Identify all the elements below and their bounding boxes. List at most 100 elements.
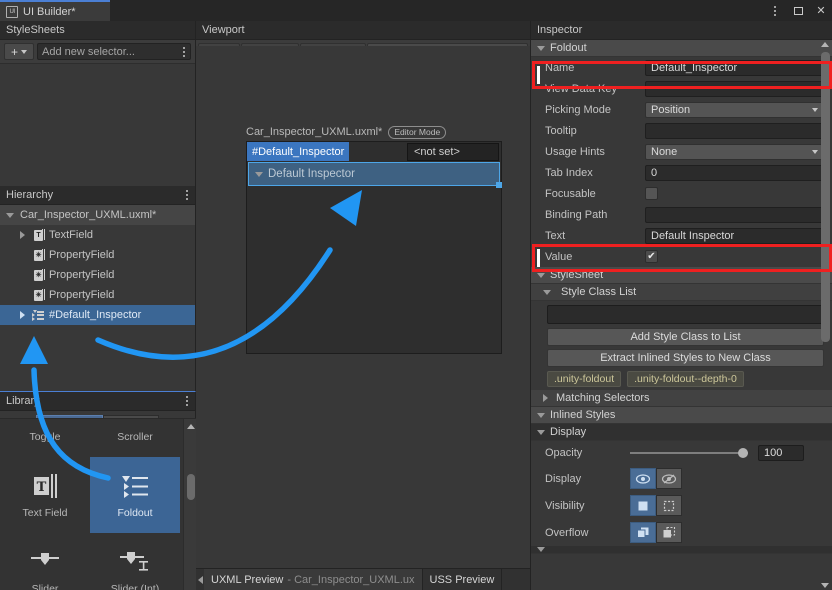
chevron-down-icon xyxy=(537,430,545,435)
kebab-icon[interactable] xyxy=(183,47,185,57)
propertyfield-icon: ✳ xyxy=(32,249,45,261)
field-row-usage-hints: Usage Hints None xyxy=(531,141,832,162)
kebab-icon[interactable] xyxy=(768,4,782,18)
section-label: Foldout xyxy=(550,42,587,54)
ui-canvas[interactable]: #Default_Inspector <not set> Default Ins… xyxy=(246,141,502,354)
hidden-icon[interactable] xyxy=(656,495,682,516)
tree-item-textfield[interactable]: T TextField xyxy=(0,225,195,245)
name-input[interactable]: Default_Inspector xyxy=(645,60,824,76)
row-display: Display xyxy=(531,465,832,492)
section-foldout[interactable]: Foldout xyxy=(531,40,832,57)
section-stylesheet[interactable]: StyleSheet xyxy=(531,267,832,284)
usage-hints-dropdown[interactable]: None xyxy=(645,144,824,160)
new-selector-input[interactable]: Add new selector... xyxy=(37,43,191,60)
foldout-element-label: Default Inspector xyxy=(268,168,355,180)
left-column: StyleSheets + Add new selector... Hierar… xyxy=(0,21,196,590)
viewport-title: Viewport xyxy=(202,24,245,36)
scroll-thumb[interactable] xyxy=(187,474,195,500)
tree-item-default-inspector[interactable]: #Default_Inspector xyxy=(0,305,195,325)
display-flex-icon[interactable] xyxy=(630,468,656,489)
slider-knob[interactable] xyxy=(738,448,748,458)
opacity-label: Opacity xyxy=(545,447,630,459)
library-item-text-field[interactable]: T Text Field xyxy=(0,457,90,533)
window-tab-ui-builder[interactable]: UI UI Builder* xyxy=(0,0,110,21)
scroll-down-icon[interactable] xyxy=(821,583,829,588)
scroll-thumb[interactable] xyxy=(821,52,830,342)
inspector-body: Foldout Name Default_Inspector View Data… xyxy=(531,40,832,590)
section-matching-selectors[interactable]: Matching Selectors xyxy=(531,390,832,407)
library-item-slider-int[interactable]: Slider (Int) xyxy=(90,533,180,590)
scroll-up-icon[interactable] xyxy=(821,42,829,47)
style-class-input[interactable] xyxy=(547,305,824,324)
style-class-chip[interactable]: .unity-foldout xyxy=(547,371,621,387)
add-style-class-button[interactable]: Add Style Class to List xyxy=(547,328,824,346)
field-row-picking-mode: Picking Mode Position xyxy=(531,99,832,120)
section-display[interactable]: Display xyxy=(531,424,832,441)
tree-item-root[interactable]: Car_Inspector_UXML.uxml* xyxy=(0,205,195,225)
tree-item-propertyfield[interactable]: ✳ PropertyField xyxy=(0,285,195,305)
extract-inlined-styles-label: Extract Inlined Styles to New Class xyxy=(600,352,771,364)
visibility-label: Visibility xyxy=(545,500,630,512)
library-item-toggle[interactable]: Toggle xyxy=(0,418,90,457)
tab-index-input[interactable]: 0 xyxy=(645,165,824,181)
picking-mode-dropdown[interactable]: Position xyxy=(645,102,824,118)
stylesheets-title: StyleSheets xyxy=(6,24,65,36)
chevron-left-icon[interactable] xyxy=(198,576,203,584)
canvas-area[interactable]: Car_Inspector_UXML.uxml* Editor Mode #De… xyxy=(196,46,530,568)
view-data-key-input[interactable] xyxy=(645,81,824,97)
display-none-icon[interactable] xyxy=(656,468,682,489)
chevron-down-icon xyxy=(21,50,27,54)
section-position[interactable] xyxy=(531,546,832,554)
opacity-value-input[interactable]: 100 xyxy=(758,445,804,461)
foldout-element[interactable]: Default Inspector xyxy=(248,162,500,186)
uxml-preview-tab[interactable]: UXML Preview - Car_Inspector_UXML.ux xyxy=(204,569,423,590)
maximize-icon[interactable] xyxy=(791,4,805,18)
extract-inlined-styles-button[interactable]: Extract Inlined Styles to New Class xyxy=(547,349,824,367)
title-bar: UI UI Builder* ✕ xyxy=(0,0,832,21)
library-item-label: Scroller xyxy=(117,431,153,443)
visible-icon[interactable] xyxy=(630,495,656,516)
inspector-scrollbar[interactable] xyxy=(820,40,831,590)
viewport-header: Viewport xyxy=(196,21,530,40)
uss-preview-tab[interactable]: USS Preview xyxy=(423,569,503,590)
ui-builder-window: UI UI Builder* ✕ StyleSheets + Add new s… xyxy=(0,0,832,590)
hierarchy-title: Hierarchy xyxy=(6,189,53,201)
chevron-down-icon xyxy=(537,547,545,552)
section-inlined-styles[interactable]: Inlined Styles xyxy=(531,407,832,424)
not-set-field[interactable]: <not set> xyxy=(407,143,499,161)
library-item-label: Text Field xyxy=(23,507,68,519)
library-item-scroller[interactable]: Scroller xyxy=(90,418,180,457)
overflow-hidden-icon[interactable] xyxy=(656,522,682,543)
tooltip-input[interactable] xyxy=(645,123,824,139)
tree-item-propertyfield[interactable]: ✳ PropertyField xyxy=(0,245,195,265)
library-item-slider[interactable]: Slider xyxy=(0,533,90,590)
style-class-chip[interactable]: .unity-foldout--depth-0 xyxy=(627,371,744,387)
tree-item-propertyfield[interactable]: ✳ PropertyField xyxy=(0,265,195,285)
scroll-up-icon[interactable] xyxy=(187,424,195,429)
close-icon[interactable]: ✕ xyxy=(814,4,828,18)
binding-path-input[interactable] xyxy=(645,207,824,223)
chevron-right-icon[interactable] xyxy=(16,311,28,319)
text-input[interactable]: Default Inspector xyxy=(645,228,824,244)
value-checkbox[interactable]: ✔ xyxy=(645,250,658,263)
opacity-slider[interactable] xyxy=(630,447,748,459)
chevron-right-icon[interactable] xyxy=(16,231,28,239)
field-row-value: Value ✔ xyxy=(531,246,832,267)
section-label: Style Class List xyxy=(561,286,636,298)
kebab-icon[interactable] xyxy=(186,190,188,200)
section-label: Matching Selectors xyxy=(556,392,650,404)
selected-element-tag[interactable]: #Default_Inspector xyxy=(247,142,349,161)
tree-item-label: Car_Inspector_UXML.uxml* xyxy=(20,209,156,221)
kebab-icon[interactable] xyxy=(186,396,188,406)
resize-handle[interactable] xyxy=(496,182,502,188)
field-label: Value xyxy=(545,251,645,263)
library-scrollbar[interactable] xyxy=(183,419,196,590)
focusable-checkbox[interactable] xyxy=(645,187,658,200)
overflow-visible-icon[interactable] xyxy=(630,522,656,543)
library-item-foldout[interactable]: Foldout xyxy=(90,457,180,533)
chevron-down-icon[interactable] xyxy=(4,213,16,218)
add-stylesheet-button[interactable]: + xyxy=(4,43,34,60)
field-row-view-data-key: View Data Key xyxy=(531,78,832,99)
chevron-down-icon[interactable] xyxy=(255,172,263,177)
section-style-class-list[interactable]: Style Class List xyxy=(531,284,832,301)
